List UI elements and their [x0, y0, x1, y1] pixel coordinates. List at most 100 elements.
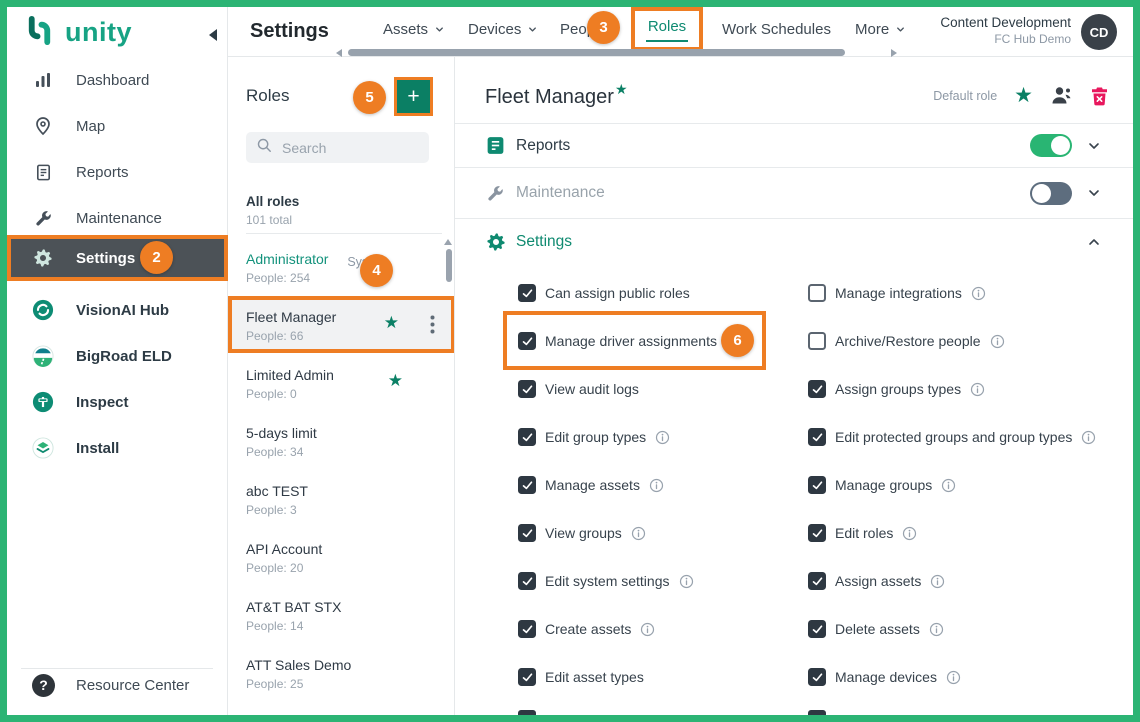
checkbox-checked[interactable] [808, 380, 826, 398]
info-icon[interactable] [970, 382, 985, 397]
checkbox-checked[interactable] [808, 476, 826, 494]
app-window: unity DashboardMapReportsMaintenanceSett… [0, 0, 1140, 722]
role-row-abc-test[interactable]: abc TESTPeople: 3 [228, 472, 455, 528]
sidebar-item-label: BigRoad ELD [76, 348, 172, 365]
chevron-up-icon[interactable] [1086, 234, 1102, 250]
vscroll-up-arrow-icon[interactable] [444, 239, 452, 245]
info-icon[interactable] [902, 526, 917, 541]
hscroll-left-arrow-icon[interactable] [336, 49, 342, 57]
permission-view-groups: View groups [518, 519, 646, 547]
sidebar-item-label: VisionAI Hub [76, 302, 169, 319]
permission-label: Manage driver assignments [545, 333, 717, 349]
hscroll-thumb[interactable] [348, 49, 845, 56]
tab-work-schedules[interactable]: Work Schedules [722, 21, 831, 38]
permission-label: Manage groups [835, 477, 932, 493]
annotation-badge-3: 3 [587, 11, 620, 44]
tab-devices[interactable]: Devices [468, 21, 538, 38]
role-people-count: People: 25 [246, 677, 303, 691]
unity-logo-icon [23, 14, 56, 52]
tab-assets[interactable]: Assets [383, 21, 445, 38]
gear-icon [32, 247, 54, 269]
assign-people-icon[interactable] [1050, 85, 1073, 106]
checkbox-checked[interactable] [518, 524, 536, 542]
checkbox-checked[interactable] [518, 284, 536, 302]
hscroll-right-arrow-icon[interactable] [891, 49, 897, 57]
permission-manage-assets: Manage assets [518, 471, 664, 499]
toggle-off[interactable] [1030, 182, 1072, 205]
section-settings[interactable]: Settings [455, 218, 1133, 264]
avatar[interactable]: CD [1081, 14, 1117, 50]
info-icon[interactable] [929, 622, 944, 637]
info-icon[interactable] [640, 622, 655, 637]
kebab-menu-icon[interactable] [430, 315, 435, 339]
role-row-fleet-manager[interactable]: Fleet ManagerPeople: 66★ [228, 296, 455, 353]
permission-delete-assets: Delete assets [808, 615, 944, 643]
add-role-highlight-box: + [394, 77, 433, 116]
chevron-down-icon[interactable] [1086, 138, 1102, 154]
role-name: ATT Sales Demo [246, 657, 351, 673]
checkbox-unchecked[interactable] [808, 284, 826, 302]
info-icon[interactable] [679, 574, 694, 589]
checkbox-checked[interactable] [518, 476, 536, 494]
permission-assign-assets: Assign assets [808, 567, 945, 595]
sidebar-item-maintenance[interactable]: Maintenance [7, 196, 228, 240]
permission-label: View audit logs [545, 381, 639, 397]
info-icon[interactable] [649, 478, 664, 493]
role-row-att-sales-demo[interactable]: ATT Sales Demo People: 25 [228, 646, 455, 702]
info-icon[interactable] [1081, 430, 1096, 445]
sidebar-item-bigroad-eld[interactable]: BigRoad ELD [7, 334, 228, 378]
chevron-down-icon[interactable] [1086, 185, 1102, 201]
permission-label: Manage integrations [835, 285, 962, 301]
default-role-label: Default role [933, 89, 997, 103]
info-icon[interactable] [941, 478, 956, 493]
vscroll-thumb[interactable] [446, 249, 452, 282]
role-row-5-days-limit[interactable]: 5-days limitPeople: 34 [228, 414, 455, 470]
sidebar-collapse-icon[interactable] [209, 29, 217, 41]
info-icon[interactable] [631, 526, 646, 541]
info-icon[interactable] [990, 334, 1005, 349]
default-role-star-icon[interactable]: ★ [1014, 85, 1033, 106]
info-icon[interactable] [930, 574, 945, 589]
checkbox-checked[interactable] [808, 572, 826, 590]
info-icon[interactable] [655, 430, 670, 445]
permission-edit-roles: Edit roles [808, 519, 917, 547]
sidebar-item-dashboard[interactable]: Dashboard [7, 58, 228, 102]
sidebar-item-visionai-hub[interactable]: VisionAI Hub [7, 288, 228, 332]
permission-label: Create assets [545, 621, 631, 637]
info-icon[interactable] [946, 670, 961, 685]
role-row-api-account[interactable]: API AccountPeople: 20 [228, 530, 455, 586]
add-role-button[interactable]: + [397, 80, 430, 113]
checkbox-checked[interactable] [808, 524, 826, 542]
role-people-count: People: 34 [246, 445, 303, 459]
checkbox-checked[interactable] [518, 332, 536, 350]
role-row-limited-admin[interactable]: Limited AdminPeople: 0★ [228, 356, 455, 412]
checkbox-checked[interactable] [808, 428, 826, 446]
role-row-administrator[interactable]: AdministratorPeople: 254System [228, 240, 455, 296]
checkbox-checked[interactable] [808, 668, 826, 686]
checkbox-checked[interactable] [518, 380, 536, 398]
visionai-icon [32, 299, 54, 321]
sidebar-item-inspect[interactable]: Inspect [7, 380, 228, 424]
resource-center-button[interactable]: ? Resource Center [7, 665, 227, 705]
delete-role-icon[interactable] [1090, 86, 1109, 106]
sidebar-item-install[interactable]: Install [7, 426, 228, 470]
tab-roles[interactable]: Roles [631, 7, 703, 51]
toggle-on[interactable] [1030, 134, 1072, 157]
checkbox-checked[interactable] [518, 428, 536, 446]
role-row-at-t-bat-stx[interactable]: AT&T BAT STXPeople: 14 [228, 588, 455, 644]
sidebar-item-map[interactable]: Map [7, 104, 228, 148]
checkbox-unchecked[interactable] [808, 332, 826, 350]
permission-label: Assign assets [835, 573, 921, 589]
sidebar-item-reports[interactable]: Reports [7, 150, 228, 194]
section-reports[interactable]: Reports [455, 123, 1133, 167]
checkbox-checked[interactable] [518, 572, 536, 590]
tab-more[interactable]: More [855, 21, 906, 38]
sidebar-item-settings[interactable]: Settings [7, 235, 228, 281]
checkbox-checked[interactable] [518, 620, 536, 638]
checkbox-checked[interactable] [808, 620, 826, 638]
wrench-icon [32, 207, 54, 229]
info-icon[interactable] [971, 286, 986, 301]
checkbox-checked[interactable] [518, 668, 536, 686]
section-maintenance[interactable]: Maintenance [455, 167, 1133, 218]
search-input[interactable] [280, 139, 410, 157]
